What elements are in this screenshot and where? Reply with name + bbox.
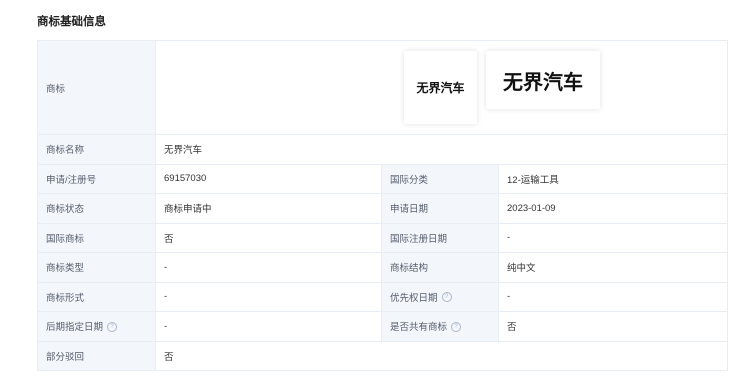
- table-row: 部分驳回 否: [37, 340, 728, 371]
- partial-reject-value: 否: [155, 340, 728, 371]
- trademark-logo-thumbnail[interactable]: 无界汽车: [404, 51, 477, 124]
- priority-date-label-cell: 优先权日期?: [381, 281, 499, 312]
- section-title: 商标基础信息: [37, 16, 106, 28]
- name-value: 无界汽车: [155, 134, 728, 165]
- table-row: 国际商标 否 国际注册日期 -: [37, 222, 728, 253]
- trademark-info-table: 商标 无界汽车 无界汽车 商标名称 无界汽车 申请/注册号 69157030 国…: [37, 40, 728, 371]
- status-value: 商标申请中: [155, 193, 382, 224]
- structure-value: 纯中文: [498, 252, 728, 283]
- trademark-logo-cell: 无界汽车 无界汽车: [155, 40, 728, 135]
- priority-date-label: 优先权日期: [390, 292, 438, 304]
- table-row: 商标状态 商标申请中 申请日期 2023-01-09: [37, 193, 728, 224]
- priority-date-value: -: [498, 281, 728, 312]
- intl-reg-date-label: 国际注册日期: [381, 222, 499, 253]
- later-designation-date-label: 后期指定日期: [46, 322, 104, 334]
- shared-value: 否: [498, 311, 728, 342]
- intl-class-label: 国际分类: [381, 163, 499, 194]
- form-value: -: [155, 281, 382, 312]
- trademark-logo-row: 商标 无界汽车 无界汽车: [37, 40, 728, 135]
- table-row: 商标类型 - 商标结构 纯中文: [37, 252, 728, 283]
- table-row: 商标形式 - 优先权日期? -: [37, 281, 728, 312]
- intl-mark-label: 国际商标: [37, 222, 156, 253]
- apply-date-value: 2023-01-09: [498, 193, 728, 224]
- table-row: 后期指定日期? - 是否共有商标? 否: [37, 311, 728, 342]
- reg-no-value: 69157030: [155, 163, 382, 194]
- later-designation-label-cell: 后期指定日期?: [37, 311, 156, 342]
- structure-label: 商标结构: [381, 252, 499, 283]
- apply-date-label: 申请日期: [381, 193, 499, 224]
- trademark-label: 商标: [37, 40, 156, 135]
- question-circle-icon[interactable]: ?: [107, 321, 118, 332]
- table-row: 申请/注册号 69157030 国际分类 12-运输工具: [37, 163, 728, 194]
- type-value: -: [155, 252, 382, 283]
- form-label: 商标形式: [37, 281, 156, 312]
- table-row: 商标名称 无界汽车: [37, 134, 728, 165]
- intl-class-value: 12-运输工具: [498, 163, 728, 194]
- reg-no-label: 申请/注册号: [37, 163, 156, 194]
- shared-label-cell: 是否共有商标?: [381, 311, 499, 342]
- intl-reg-date-value: -: [498, 222, 728, 253]
- status-label: 商标状态: [37, 193, 156, 224]
- trademark-logo-preview: 无界汽车: [486, 51, 600, 109]
- type-label: 商标类型: [37, 252, 156, 283]
- name-label: 商标名称: [37, 134, 156, 165]
- intl-mark-value: 否: [155, 222, 382, 253]
- shared-label: 是否共有商标: [390, 322, 448, 334]
- later-designation-date-value: -: [155, 311, 382, 342]
- question-circle-icon[interactable]: ?: [451, 321, 462, 332]
- question-circle-icon[interactable]: ?: [441, 292, 452, 303]
- partial-reject-label: 部分驳回: [37, 340, 156, 371]
